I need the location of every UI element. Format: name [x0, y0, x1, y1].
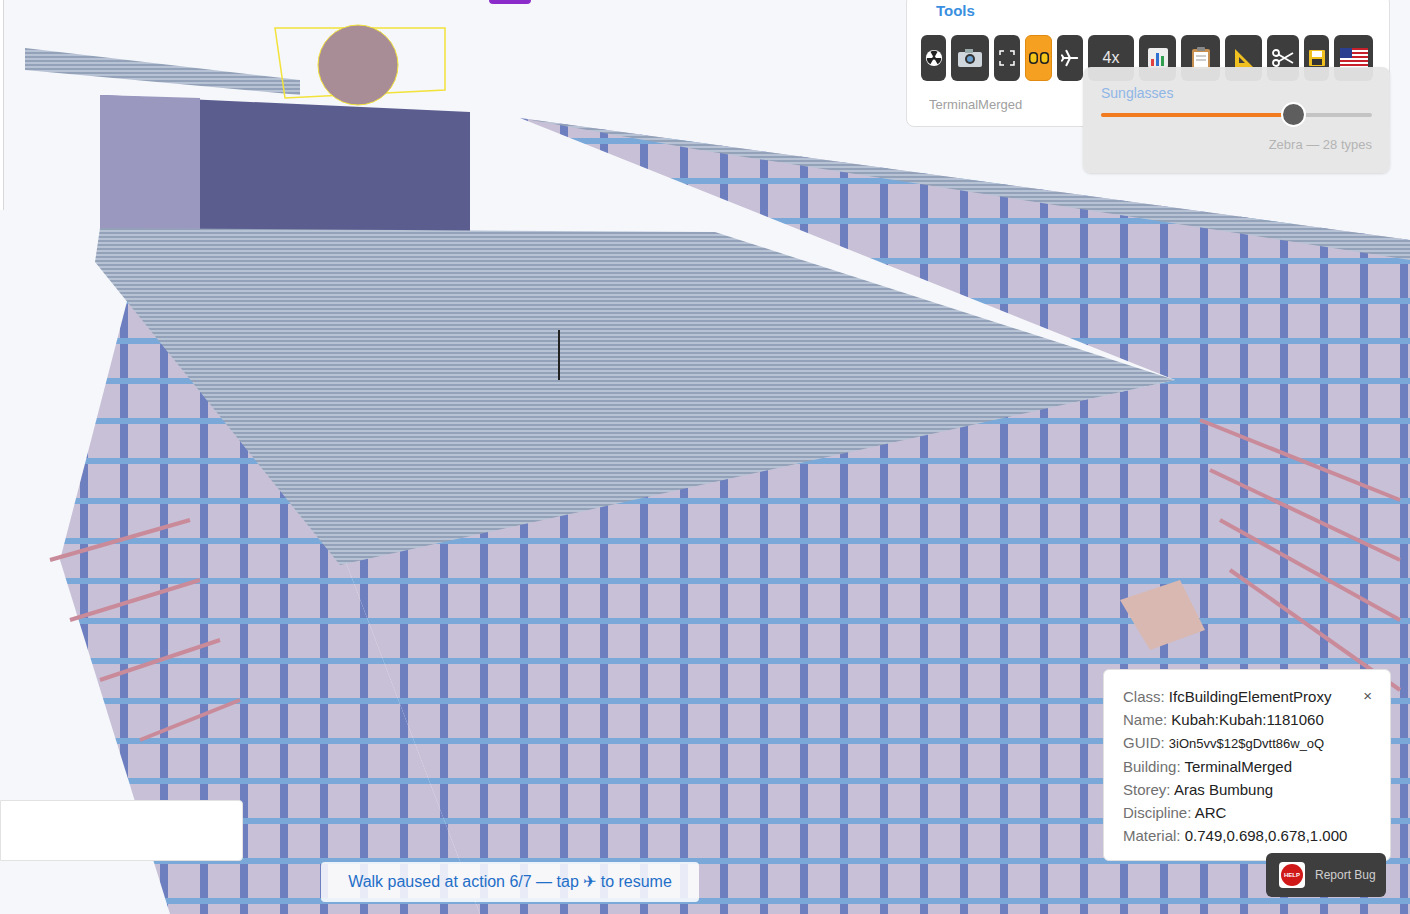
property-colon: : — [1163, 711, 1171, 728]
radiation-button[interactable] — [921, 35, 946, 81]
help-icon: HELP — [1279, 862, 1305, 888]
glasses-icon — [1028, 49, 1050, 67]
top-tab[interactable] — [489, 0, 531, 4]
radiation-icon — [925, 49, 943, 67]
scissors-icon — [1272, 49, 1294, 67]
property-value[interactable]: Aras Bumbung — [1174, 781, 1273, 798]
property-key: Material — [1123, 827, 1176, 844]
selected-dome[interactable] — [318, 25, 398, 105]
property-colon: : — [1161, 734, 1169, 751]
help-icon-text: HELP — [1284, 872, 1300, 878]
property-colon: : — [1166, 781, 1174, 798]
property-row: Name: Kubah:Kubah:1181060 — [1123, 708, 1380, 731]
chart-icon — [1147, 47, 1169, 69]
camera-icon — [957, 48, 983, 68]
property-row: Class: IfcBuildingElementProxy — [1123, 685, 1380, 708]
close-button[interactable]: × — [1363, 688, 1372, 704]
property-row: Discipline: ARC — [1123, 801, 1380, 824]
property-value[interactable]: 3iOn5vv$12$gDvtt86w_oQ — [1169, 736, 1324, 751]
property-value[interactable]: ARC — [1195, 804, 1227, 821]
floppy-icon — [1308, 49, 1326, 67]
tools-title: Tools — [921, 1, 1375, 21]
property-value[interactable]: Kubah:Kubah:1181060 — [1171, 711, 1323, 728]
sunglasses-popup: Sunglasses Zebra — 28 types — [1083, 67, 1390, 173]
property-value[interactable]: IfcBuildingElementProxy — [1169, 688, 1332, 705]
toast-text: Walk paused at action 6/7 — tap ✈ to res… — [348, 870, 672, 894]
property-value[interactable]: TerminalMerged — [1184, 758, 1292, 775]
left-panel — [0, 0, 4, 210]
airplane-button[interactable] — [1057, 35, 1083, 81]
property-row: GUID: 3iOn5vv$12$gDvtt86w_oQ — [1123, 731, 1380, 755]
popup-caption: Zebra — 28 types — [1101, 137, 1372, 153]
report-bug-label: Report Bug — [1315, 866, 1376, 884]
opacity-slider[interactable] — [1101, 113, 1372, 117]
property-row: Material: 0.749,0.698,0.678,1.000 — [1123, 824, 1380, 847]
property-colon: : — [1161, 688, 1169, 705]
slider-thumb[interactable] — [1281, 102, 1306, 127]
left-bottom-panel — [0, 800, 243, 861]
fullscreen-button[interactable] — [994, 35, 1020, 81]
fullscreen-icon — [999, 50, 1015, 66]
popup-title: Sunglasses — [1101, 84, 1372, 102]
walk-toast: Walk paused at action 6/7 — tap ✈ to res… — [321, 862, 699, 902]
slider-fill — [1101, 113, 1293, 117]
property-colon: : — [1176, 827, 1184, 844]
property-row: Building: TerminalMerged — [1123, 755, 1380, 778]
camera-button[interactable] — [951, 35, 989, 81]
property-colon: : — [1187, 804, 1195, 821]
property-value[interactable]: 0.749,0.698,0.678,1.000 — [1185, 827, 1348, 844]
ruler-icon — [1233, 47, 1255, 69]
property-key: Discipline — [1123, 804, 1187, 821]
properties-panel: × Class: IfcBuildingElementProxyName: Ku… — [1103, 669, 1391, 861]
property-row: Storey: Aras Bumbung — [1123, 778, 1380, 801]
report-bug-button[interactable]: HELP Report Bug — [1266, 853, 1386, 897]
property-colon: : — [1176, 758, 1184, 775]
property-key: Class — [1123, 688, 1161, 705]
airplane-icon — [1061, 49, 1079, 67]
us-flag-icon — [1340, 48, 1368, 68]
property-key: Name — [1123, 711, 1163, 728]
property-key: Storey — [1123, 781, 1166, 798]
glasses-button[interactable] — [1025, 35, 1052, 81]
property-key: Building — [1123, 758, 1176, 775]
property-key: GUID — [1123, 734, 1161, 751]
